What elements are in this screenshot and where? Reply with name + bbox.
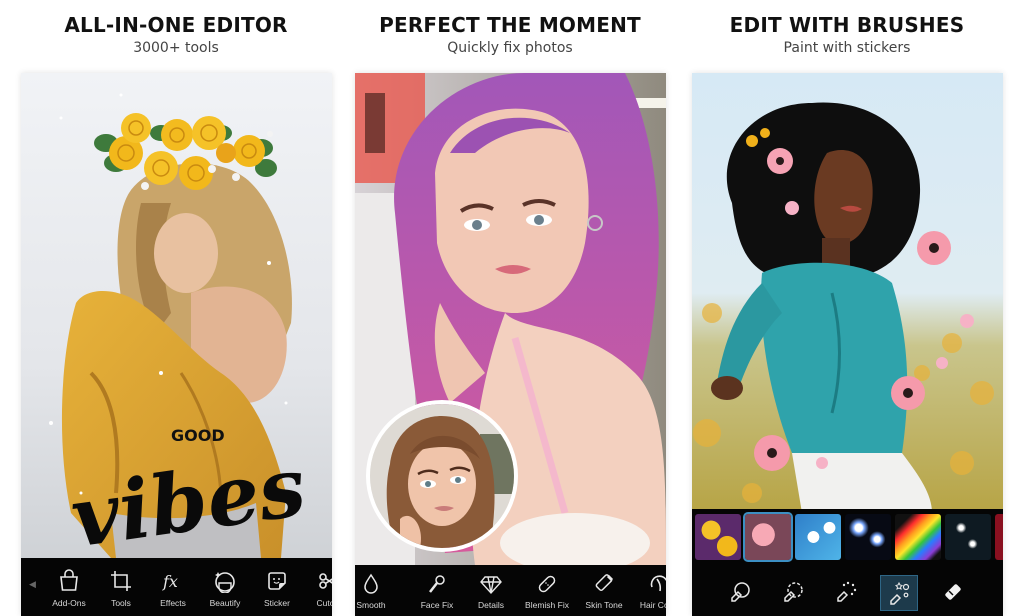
photo-before-thumbnail — [370, 404, 514, 548]
before-preview-circle[interactable] — [366, 400, 518, 552]
sticker-strip — [692, 509, 1003, 565]
brush-circle-icon — [731, 582, 750, 602]
svg-text:fx: fx — [162, 572, 178, 591]
brush-dashed-icon — [784, 582, 803, 602]
heading-edit-brushes: EDIT WITH BRUSHES Paint with stickers — [677, 12, 1017, 57]
panel-subtitle: Paint with stickers — [783, 40, 911, 56]
brush-wand-icon — [429, 575, 445, 593]
shopping-bag-icon — [60, 569, 78, 591]
tool-label: Cutout — [316, 598, 332, 608]
brush-toolbar — [692, 565, 1003, 616]
tube-icon — [595, 574, 614, 591]
heading-perfect-moment: PERFECT THE MOMENT Quickly fix photos — [340, 12, 680, 57]
tool-beautify[interactable]: Beautify — [199, 569, 251, 608]
tool-label: Tools — [111, 598, 131, 608]
sticker-red-hearts[interactable] — [995, 514, 1003, 560]
sticker-white-sparkles[interactable] — [945, 514, 991, 560]
sticker-rainbow[interactable] — [895, 514, 941, 560]
toolbar-items: Add-Ons Tools fx Effects Beautify Sticke… — [43, 569, 332, 608]
bandage-icon — [538, 575, 556, 593]
tool-label: Sticker — [264, 598, 290, 608]
tool-label: Smooth — [356, 600, 386, 610]
eraser-button[interactable] — [934, 575, 970, 609]
panel-title: PERFECT THE MOMENT — [379, 13, 641, 37]
photo-woman-yellow-jacket: GOOD vibes — [21, 73, 332, 558]
brush-sticker-button[interactable] — [880, 575, 918, 611]
retouch-toolbar: Smooth Face Fix Details Blemish Fix Skin… — [355, 565, 666, 616]
sticker-yellow-roses[interactable] — [695, 514, 741, 560]
sticker-blue-sparkles[interactable] — [845, 514, 891, 560]
panel-title: ALL-IN-ONE EDITOR — [64, 13, 288, 37]
crop-icon — [111, 571, 131, 591]
sticker-white-blossoms[interactable] — [795, 514, 841, 560]
tool-label: Blemish Fix — [525, 600, 569, 610]
overlay-text-good: GOOD — [171, 426, 225, 445]
face-sparkle-icon — [215, 572, 235, 593]
chevron-left-icon[interactable]: ◀ — [29, 580, 36, 590]
tool-label: Skin Tone — [585, 600, 623, 610]
eraser-icon — [945, 584, 961, 600]
tool-label: Hair Color — [639, 600, 666, 610]
toolbar-items: Smooth Face Fix Details Blemish Fix Skin… — [355, 573, 666, 610]
tool-sticker[interactable]: Sticker — [251, 569, 303, 608]
brush-dots-button[interactable] — [828, 575, 864, 609]
tool-blemish-fix[interactable]: Blemish Fix — [517, 573, 577, 610]
tool-tools[interactable]: Tools — [95, 569, 147, 608]
sticker-pink-flowers[interactable] — [743, 512, 793, 562]
brush-circle-button[interactable] — [722, 575, 758, 609]
panel-title: EDIT WITH BRUSHES — [729, 13, 965, 37]
droplet-icon — [364, 573, 378, 594]
tool-label: Beautify — [209, 598, 241, 608]
main-toolbar: ◀ Add-Ons Tools fx Effects Beautify Stic… — [21, 558, 332, 616]
tool-face-fix[interactable]: Face Fix — [409, 573, 465, 610]
photo-woman-flower-field — [692, 73, 1003, 513]
panel-subtitle: 3000+ tools — [133, 40, 219, 56]
brush-dots-icon — [837, 581, 857, 602]
brush-dashed-button[interactable] — [775, 575, 811, 609]
tool-skin-tone[interactable]: Skin Tone — [577, 573, 631, 610]
sticker-icon — [268, 572, 286, 590]
scissors-icon — [319, 573, 332, 589]
tool-label: Add-Ons — [52, 598, 86, 608]
screenshot-panel-retouch: Smooth Face Fix Details Blemish Fix Skin… — [355, 73, 666, 616]
fx-icon: fx — [162, 572, 178, 591]
tool-label: Face Fix — [420, 600, 454, 610]
hair-icon — [650, 575, 666, 592]
tool-label: Details — [478, 600, 504, 610]
panel-subtitle: Quickly fix photos — [447, 40, 573, 56]
tool-add-ons[interactable]: Add-Ons — [43, 569, 95, 608]
brush-sticker-icon — [890, 581, 910, 605]
tool-hair-color[interactable]: Hair Color — [631, 573, 666, 610]
tool-label: Effects — [160, 598, 186, 608]
tool-smooth[interactable]: Smooth — [355, 573, 387, 610]
tool-cutout[interactable]: Cutout — [303, 569, 332, 608]
tool-details[interactable]: Details — [465, 573, 517, 610]
diamond-icon — [480, 576, 502, 595]
screenshot-panel-editor: GOOD vibes ◀ Add-Ons Tools fx Effects Be… — [21, 73, 332, 616]
tool-effects[interactable]: fx Effects — [147, 569, 199, 608]
heading-all-in-one: ALL-IN-ONE EDITOR 3000+ tools — [6, 12, 346, 57]
screenshot-panel-brushes — [692, 73, 1003, 616]
